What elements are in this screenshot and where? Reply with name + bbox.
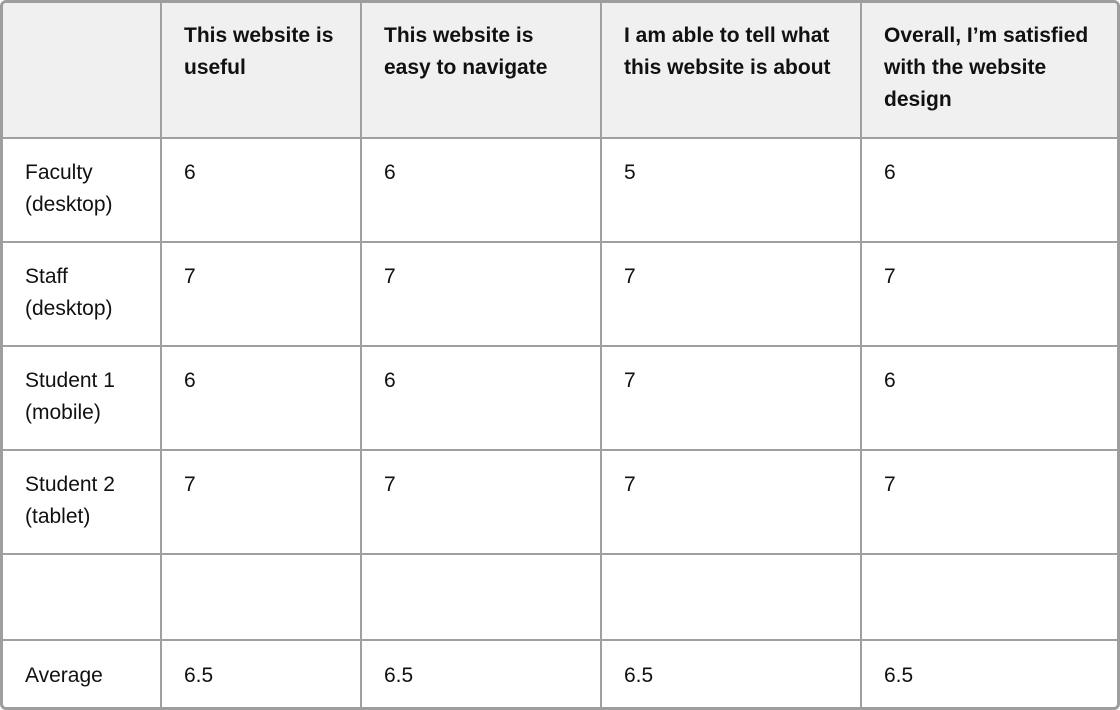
table-row: Student 2 (tablet) 7 7 7 7	[3, 449, 1117, 555]
header-row: This website is useful This website is e…	[3, 3, 1117, 139]
table-cell: 6	[160, 137, 362, 243]
table-cell: 5	[600, 137, 862, 243]
header-cell-corner	[3, 3, 162, 139]
table-row: Student 1 (mobile) 6 6 7 6	[3, 345, 1117, 451]
header-cell-easy-to-navigate: This website is easy to navigate	[360, 3, 602, 139]
table-cell: 7	[860, 241, 1117, 347]
table-cell: 7	[600, 345, 862, 451]
row-label: Faculty (desktop)	[3, 137, 162, 243]
table-cell: 7	[860, 449, 1117, 555]
header-cell-satisfied-design: Overall, I’m satisfied with the website …	[860, 3, 1117, 139]
row-label: Staff (desktop)	[3, 241, 162, 347]
survey-results-table-container: This website is useful This website is e…	[0, 0, 1120, 710]
table-cell	[160, 553, 362, 641]
header-cell-useful: This website is useful	[160, 3, 362, 139]
header-cell-tell-what-about: I am able to tell what this website is a…	[600, 3, 862, 139]
table-cell: 7	[600, 241, 862, 347]
table-cell	[600, 553, 862, 641]
table-cell: 6	[160, 345, 362, 451]
row-label	[3, 553, 162, 641]
table-cell: 6	[360, 137, 602, 243]
table-cell: 6	[860, 137, 1117, 243]
average-cell: 6.5	[600, 639, 862, 707]
survey-results-table: This website is useful This website is e…	[3, 3, 1117, 707]
table-cell: 6	[360, 345, 602, 451]
table-cell	[860, 553, 1117, 641]
row-label: Student 2 (tablet)	[3, 449, 162, 555]
row-label-average: Average	[3, 639, 162, 707]
table-cell: 7	[360, 241, 602, 347]
average-cell: 6.5	[160, 639, 362, 707]
row-label: Student 1 (mobile)	[3, 345, 162, 451]
table-cell: 7	[600, 449, 862, 555]
empty-row	[3, 553, 1117, 641]
table-row: Faculty (desktop) 6 6 5 6	[3, 137, 1117, 243]
table-cell: 6	[860, 345, 1117, 451]
table-row: Staff (desktop) 7 7 7 7	[3, 241, 1117, 347]
average-row: Average 6.5 6.5 6.5 6.5	[3, 639, 1117, 707]
table-cell: 7	[160, 449, 362, 555]
table-cell	[360, 553, 602, 641]
average-cell: 6.5	[360, 639, 602, 707]
average-cell: 6.5	[860, 639, 1117, 707]
table-cell: 7	[160, 241, 362, 347]
table-cell: 7	[360, 449, 602, 555]
